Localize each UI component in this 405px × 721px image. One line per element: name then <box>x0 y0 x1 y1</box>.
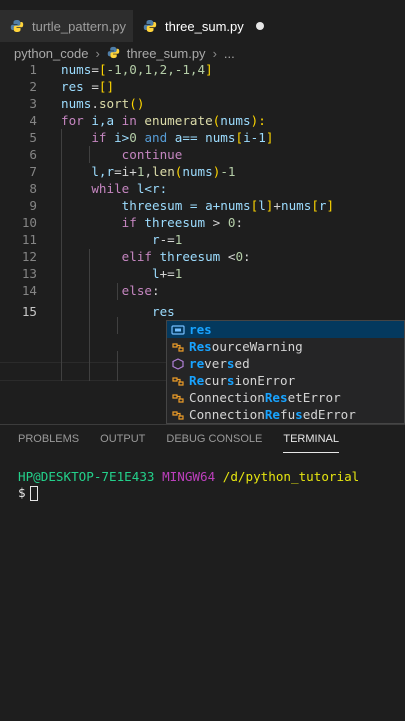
terminal-prompt: $ <box>18 485 26 500</box>
code-line: 9 threesum = a+nums[l]+nums[r] <box>0 197 405 214</box>
code-line: 15 res <box>0 303 405 320</box>
suggestion-item[interactable]: Re cur s ionError <box>167 372 404 389</box>
tab-debug-console[interactable]: DEBUG CONSOLE <box>166 425 262 453</box>
line-number: 15 <box>21 304 37 319</box>
breadcrumb-file[interactable]: three_sum.py <box>127 46 206 61</box>
suggestion-item[interactable]: re ver s ed <box>167 355 404 372</box>
chevron-right-icon: › <box>95 45 100 61</box>
code-line: 6 continue <box>0 146 405 163</box>
unsaved-dot-icon[interactable] <box>255 22 264 30</box>
code-line: 3 nums.sort() <box>0 95 405 112</box>
class-icon <box>170 408 186 422</box>
code-line: 13 l+=1 <box>0 265 405 282</box>
line-number: 7 <box>29 164 37 179</box>
code-line: 8 while l<r: <box>0 180 405 197</box>
panel-tabs: PROBLEMS OUTPUT DEBUG CONSOLE TERMINAL <box>0 425 405 453</box>
line-number: 2 <box>29 79 37 94</box>
code-line: 11 r-=1 <box>0 231 405 248</box>
function-icon <box>170 357 186 371</box>
line-number: 10 <box>21 215 37 230</box>
tab-turtle-pattern[interactable]: turtle_pattern.py <box>0 10 133 42</box>
line-number: 1 <box>29 62 37 77</box>
terminal-user: HP@DESKTOP-7E1E433 <box>18 469 155 484</box>
line-number: 4 <box>29 113 37 128</box>
code-line: 12 elif threesum <0: <box>0 248 405 265</box>
code-line: 1 nums=[-1,0,1,2,-1,4] <box>0 61 405 78</box>
code-line: 10 if threesum > 0: <box>0 214 405 231</box>
line-number: 13 <box>21 266 37 281</box>
autocomplete-suggestions[interactable]: res Res ourceWarning re ver s ed Re cur s ionEr… <box>166 320 405 424</box>
suggestion-item[interactable]: Res ourceWarning <box>167 338 404 355</box>
tab-terminal[interactable]: TERMINAL <box>283 425 339 453</box>
line-number: 3 <box>29 96 37 111</box>
code-line: 2 res =[] <box>0 78 405 95</box>
tab-label: three_sum.py <box>165 18 244 34</box>
terminal-path: /d/python_tutorial <box>222 469 360 484</box>
line-number: 6 <box>29 147 37 162</box>
suggestion-item[interactable]: Connection Re fu s edError <box>167 406 404 423</box>
class-icon <box>170 391 186 405</box>
code-line: 14 else: <box>0 282 405 299</box>
code-line: 4 for i,a in enumerate(nums): <box>0 112 405 129</box>
python-file-icon <box>143 19 157 33</box>
code-line: 7 l,r=i+1,len(nums)-1 <box>0 163 405 180</box>
line-number: 11 <box>21 232 37 247</box>
tab-three-sum[interactable]: three_sum.py <box>133 10 405 42</box>
line-number: 5 <box>29 130 37 145</box>
line-number: 9 <box>29 198 37 213</box>
python-file-icon <box>10 19 24 33</box>
class-icon <box>170 340 186 354</box>
terminal-output[interactable]: HP@DESKTOP-7E1E433 MINGW64 /d/python_tut… <box>18 469 359 501</box>
indent-guide <box>117 351 118 381</box>
breadcrumb-folder[interactable]: python_code <box>14 46 88 61</box>
suggestion-item[interactable]: res <box>167 321 404 338</box>
tab-label: turtle_pattern.py <box>32 18 126 34</box>
tab-output[interactable]: OUTPUT <box>100 425 145 453</box>
suggestion-item[interactable]: Connection Res etError <box>167 389 404 406</box>
class-icon <box>170 374 186 388</box>
terminal-shell: MINGW64 <box>162 469 216 484</box>
tab-problems[interactable]: PROBLEMS <box>18 425 79 453</box>
chevron-right-icon: › <box>212 45 217 61</box>
bottom-panel: PROBLEMS OUTPUT DEBUG CONSOLE TERMINAL H… <box>0 424 405 721</box>
variable-icon <box>170 323 186 337</box>
line-number: 14 <box>21 283 37 298</box>
breadcrumb-more[interactable]: ... <box>224 46 235 61</box>
python-file-icon <box>107 46 121 60</box>
editor-tabs: turtle_pattern.py three_sum.py <box>0 10 405 42</box>
code-line: 5 if i>0 and a== nums[i-1] <box>0 129 405 146</box>
terminal-cursor <box>29 486 38 501</box>
line-number: 12 <box>21 249 37 264</box>
line-number: 8 <box>29 181 37 196</box>
